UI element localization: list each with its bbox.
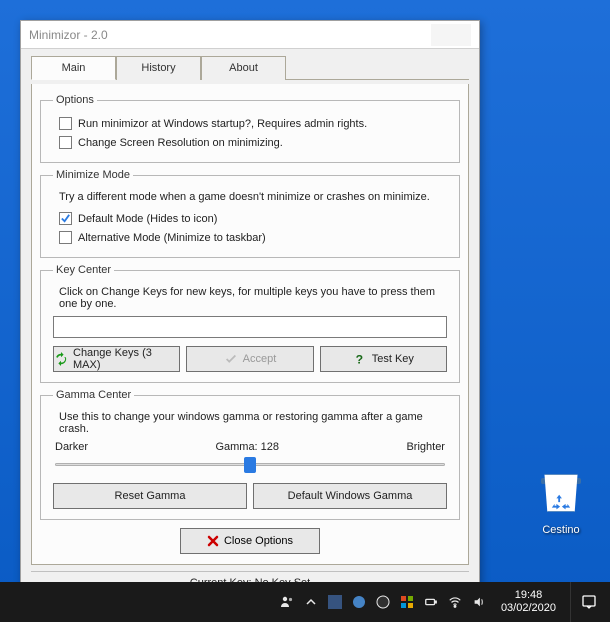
key-center-legend: Key Center (53, 264, 114, 276)
startup-label[interactable]: Run minimizor at Windows startup?, Requi… (78, 118, 367, 130)
tab-panel-main: Options Run minimizor at Windows startup… (31, 84, 469, 565)
reset-gamma-button[interactable]: Reset Gamma (53, 483, 247, 509)
notifications-icon[interactable] (570, 582, 606, 622)
power-icon[interactable] (423, 594, 439, 610)
test-key-label: Test Key (372, 353, 414, 365)
close-icon (207, 535, 219, 547)
options-legend: Options (53, 94, 97, 106)
default-gamma-label: Default Windows Gamma (288, 490, 413, 502)
gamma-button-row: Reset Gamma Default Windows Gamma (53, 483, 447, 509)
gamma-center-group: Gamma Center Use this to change your win… (40, 389, 460, 520)
window-close-button[interactable] (431, 24, 471, 46)
check-icon (224, 352, 238, 366)
accept-label: Accept (243, 353, 277, 365)
gamma-labels: Darker Gamma: 128 Brighter (55, 441, 445, 453)
taskbar-clock[interactable]: 19:48 03/02/2020 (495, 589, 562, 615)
window-title: Minimizor - 2.0 (29, 28, 108, 42)
key-input[interactable] (53, 316, 447, 338)
close-options-button[interactable]: Close Options (180, 528, 320, 554)
close-options-label: Close Options (224, 535, 293, 547)
resolution-checkbox[interactable] (59, 136, 72, 149)
alt-mode-row: Alternative Mode (Minimize to taskbar) (59, 228, 447, 247)
cestino-label: Cestino (530, 524, 592, 536)
tray-app-icon-2[interactable] (351, 594, 367, 610)
minimize-legend: Minimize Mode (53, 169, 133, 181)
system-tray: 19:48 03/02/2020 (275, 582, 610, 622)
tray-app-icon-3[interactable] (375, 594, 391, 610)
titlebar[interactable]: Minimizor - 2.0 (21, 21, 479, 49)
accept-button[interactable]: Accept (186, 346, 313, 372)
default-mode-label[interactable]: Default Mode (Hides to icon) (78, 213, 217, 225)
test-key-button[interactable]: ? Test Key (320, 346, 447, 372)
clock-date: 03/02/2020 (501, 602, 556, 615)
tab-history[interactable]: History (116, 56, 201, 80)
gamma-note: Use this to change your windows gamma or… (59, 411, 447, 435)
tab-about[interactable]: About (201, 56, 286, 80)
question-icon: ? (353, 352, 367, 366)
gamma-brighter-label: Brighter (406, 441, 445, 453)
chevron-up-icon[interactable] (303, 594, 319, 610)
wifi-icon[interactable] (447, 594, 463, 610)
volume-icon[interactable] (471, 594, 487, 610)
clock-time: 19:48 (501, 589, 556, 602)
startup-checkbox[interactable] (59, 117, 72, 130)
alt-mode-label[interactable]: Alternative Mode (Minimize to taskbar) (78, 232, 266, 244)
change-keys-label: Change Keys (3 MAX) (73, 347, 179, 371)
alt-mode-checkbox[interactable] (59, 231, 72, 244)
tray-app-icon-1[interactable] (327, 594, 343, 610)
window-body: Main History About Options Run minimizor… (21, 49, 479, 602)
refresh-icon (54, 352, 68, 366)
recycle-bin-icon (540, 474, 582, 522)
taskbar[interactable]: 19:48 03/02/2020 (0, 582, 610, 622)
desktop-icon-cestino[interactable]: Cestino (530, 466, 592, 536)
resolution-row: Change Screen Resolution on minimizing. (59, 133, 447, 152)
people-icon[interactable] (279, 594, 295, 610)
default-gamma-button[interactable]: Default Windows Gamma (253, 483, 447, 509)
key-center-note: Click on Change Keys for new keys, for m… (59, 286, 447, 310)
tab-strip: Main History About (31, 55, 469, 80)
close-options-row: Close Options (40, 528, 460, 554)
minimize-note: Try a different mode when a game doesn't… (59, 191, 447, 203)
windows-security-icon[interactable] (399, 594, 415, 610)
minimize-mode-group: Minimize Mode Try a different mode when … (40, 169, 460, 258)
default-mode-row: Default Mode (Hides to icon) (59, 209, 447, 228)
gamma-legend: Gamma Center (53, 389, 134, 401)
key-button-row: Change Keys (3 MAX) Accept ? Test Key (53, 346, 447, 372)
change-keys-button[interactable]: Change Keys (3 MAX) (53, 346, 180, 372)
gamma-darker-label: Darker (55, 441, 88, 453)
reset-gamma-label: Reset Gamma (115, 490, 186, 502)
options-group: Options Run minimizor at Windows startup… (40, 94, 460, 163)
resolution-label[interactable]: Change Screen Resolution on minimizing. (78, 137, 283, 149)
tab-main[interactable]: Main (31, 56, 116, 80)
startup-row: Run minimizor at Windows startup?, Requi… (59, 114, 447, 133)
svg-text:?: ? (355, 352, 362, 366)
gamma-value-label: Gamma: 128 (215, 441, 279, 453)
default-mode-checkbox[interactable] (59, 212, 72, 225)
minimizor-window: Minimizor - 2.0 Main History About Optio… (20, 20, 480, 603)
key-center-group: Key Center Click on Change Keys for new … (40, 264, 460, 383)
gamma-slider[interactable] (55, 455, 445, 473)
gamma-thumb[interactable] (244, 457, 256, 473)
